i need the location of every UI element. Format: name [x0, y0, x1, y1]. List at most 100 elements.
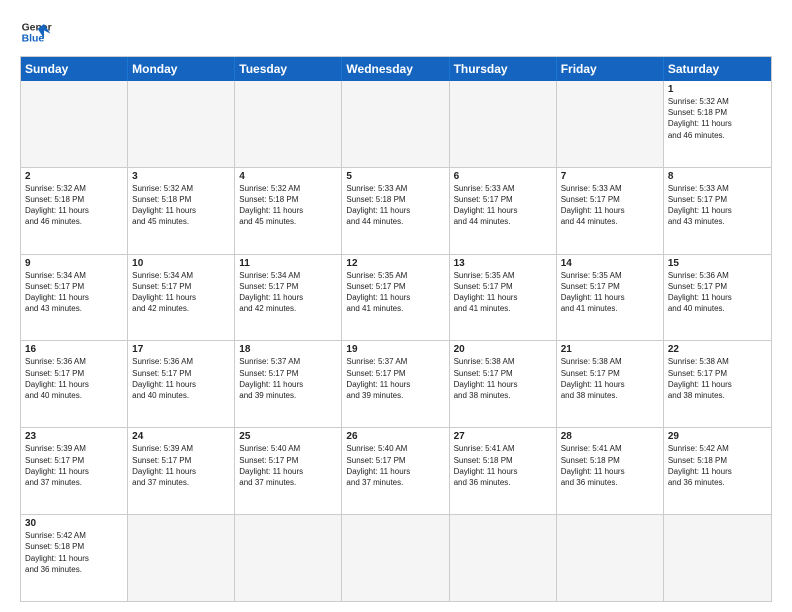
calendar-row: 1Sunrise: 5:32 AM Sunset: 5:18 PM Daylig…: [21, 81, 771, 168]
calendar-cell: 2Sunrise: 5:32 AM Sunset: 5:18 PM Daylig…: [21, 168, 128, 254]
day-number: 11: [239, 258, 337, 269]
calendar-cell: 19Sunrise: 5:37 AM Sunset: 5:17 PM Dayli…: [342, 341, 449, 427]
calendar-cell: [557, 515, 664, 601]
day-number: 10: [132, 258, 230, 269]
day-info: Sunrise: 5:35 AM Sunset: 5:17 PM Dayligh…: [561, 270, 659, 315]
day-number: 22: [668, 344, 767, 355]
calendar-cell: [128, 81, 235, 167]
day-info: Sunrise: 5:42 AM Sunset: 5:18 PM Dayligh…: [668, 443, 767, 488]
calendar-cell: [557, 81, 664, 167]
day-info: Sunrise: 5:34 AM Sunset: 5:17 PM Dayligh…: [25, 270, 123, 315]
day-number: 12: [346, 258, 444, 269]
calendar-row: 16Sunrise: 5:36 AM Sunset: 5:17 PM Dayli…: [21, 341, 771, 428]
header: General Blue: [20, 16, 772, 48]
calendar-cell: 18Sunrise: 5:37 AM Sunset: 5:17 PM Dayli…: [235, 341, 342, 427]
day-number: 23: [25, 431, 123, 442]
logo: General Blue: [20, 16, 52, 48]
day-number: 4: [239, 171, 337, 182]
svg-text:Blue: Blue: [22, 34, 45, 45]
day-number: 15: [668, 258, 767, 269]
header-day-monday: Monday: [128, 57, 235, 81]
calendar-cell: 16Sunrise: 5:36 AM Sunset: 5:17 PM Dayli…: [21, 341, 128, 427]
day-info: Sunrise: 5:35 AM Sunset: 5:17 PM Dayligh…: [454, 270, 552, 315]
day-number: 6: [454, 171, 552, 182]
header-day-saturday: Saturday: [664, 57, 771, 81]
calendar-cell: 5Sunrise: 5:33 AM Sunset: 5:18 PM Daylig…: [342, 168, 449, 254]
day-number: 2: [25, 171, 123, 182]
day-info: Sunrise: 5:38 AM Sunset: 5:17 PM Dayligh…: [668, 356, 767, 401]
day-number: 8: [668, 171, 767, 182]
day-info: Sunrise: 5:33 AM Sunset: 5:17 PM Dayligh…: [561, 183, 659, 228]
day-info: Sunrise: 5:33 AM Sunset: 5:17 PM Dayligh…: [668, 183, 767, 228]
header-day-thursday: Thursday: [450, 57, 557, 81]
calendar-cell: 27Sunrise: 5:41 AM Sunset: 5:18 PM Dayli…: [450, 428, 557, 514]
day-info: Sunrise: 5:32 AM Sunset: 5:18 PM Dayligh…: [239, 183, 337, 228]
day-number: 20: [454, 344, 552, 355]
calendar: SundayMondayTuesdayWednesdayThursdayFrid…: [20, 56, 772, 602]
calendar-cell: 12Sunrise: 5:35 AM Sunset: 5:17 PM Dayli…: [342, 255, 449, 341]
calendar-cell: 25Sunrise: 5:40 AM Sunset: 5:17 PM Dayli…: [235, 428, 342, 514]
calendar-row: 9Sunrise: 5:34 AM Sunset: 5:17 PM Daylig…: [21, 255, 771, 342]
day-number: 9: [25, 258, 123, 269]
day-number: 13: [454, 258, 552, 269]
calendar-cell: 28Sunrise: 5:41 AM Sunset: 5:18 PM Dayli…: [557, 428, 664, 514]
calendar-cell: [235, 81, 342, 167]
calendar-cell: 10Sunrise: 5:34 AM Sunset: 5:17 PM Dayli…: [128, 255, 235, 341]
day-number: 5: [346, 171, 444, 182]
day-number: 24: [132, 431, 230, 442]
day-info: Sunrise: 5:36 AM Sunset: 5:17 PM Dayligh…: [25, 356, 123, 401]
day-info: Sunrise: 5:32 AM Sunset: 5:18 PM Dayligh…: [132, 183, 230, 228]
day-number: 16: [25, 344, 123, 355]
day-number: 17: [132, 344, 230, 355]
calendar-cell: [21, 81, 128, 167]
day-number: 21: [561, 344, 659, 355]
calendar-row: 30Sunrise: 5:42 AM Sunset: 5:18 PM Dayli…: [21, 515, 771, 601]
day-number: 26: [346, 431, 444, 442]
calendar-cell: 13Sunrise: 5:35 AM Sunset: 5:17 PM Dayli…: [450, 255, 557, 341]
header-day-tuesday: Tuesday: [235, 57, 342, 81]
day-info: Sunrise: 5:34 AM Sunset: 5:17 PM Dayligh…: [239, 270, 337, 315]
day-info: Sunrise: 5:41 AM Sunset: 5:18 PM Dayligh…: [561, 443, 659, 488]
calendar-row: 23Sunrise: 5:39 AM Sunset: 5:17 PM Dayli…: [21, 428, 771, 515]
day-number: 27: [454, 431, 552, 442]
day-info: Sunrise: 5:38 AM Sunset: 5:17 PM Dayligh…: [561, 356, 659, 401]
day-number: 14: [561, 258, 659, 269]
day-number: 1: [668, 84, 767, 95]
calendar-cell: 20Sunrise: 5:38 AM Sunset: 5:17 PM Dayli…: [450, 341, 557, 427]
calendar-cell: 21Sunrise: 5:38 AM Sunset: 5:17 PM Dayli…: [557, 341, 664, 427]
page: General Blue SundayMondayTuesdayWednesda…: [0, 0, 792, 612]
calendar-cell: [342, 515, 449, 601]
calendar-cell: 9Sunrise: 5:34 AM Sunset: 5:17 PM Daylig…: [21, 255, 128, 341]
day-info: Sunrise: 5:34 AM Sunset: 5:17 PM Dayligh…: [132, 270, 230, 315]
day-info: Sunrise: 5:38 AM Sunset: 5:17 PM Dayligh…: [454, 356, 552, 401]
day-info: Sunrise: 5:42 AM Sunset: 5:18 PM Dayligh…: [25, 530, 123, 575]
day-info: Sunrise: 5:37 AM Sunset: 5:17 PM Dayligh…: [346, 356, 444, 401]
calendar-row: 2Sunrise: 5:32 AM Sunset: 5:18 PM Daylig…: [21, 168, 771, 255]
day-number: 25: [239, 431, 337, 442]
day-number: 7: [561, 171, 659, 182]
day-number: 28: [561, 431, 659, 442]
calendar-cell: 29Sunrise: 5:42 AM Sunset: 5:18 PM Dayli…: [664, 428, 771, 514]
calendar-cell: 30Sunrise: 5:42 AM Sunset: 5:18 PM Dayli…: [21, 515, 128, 601]
calendar-cell: [450, 515, 557, 601]
calendar-cell: 7Sunrise: 5:33 AM Sunset: 5:17 PM Daylig…: [557, 168, 664, 254]
calendar-cell: 15Sunrise: 5:36 AM Sunset: 5:17 PM Dayli…: [664, 255, 771, 341]
calendar-cell: [342, 81, 449, 167]
header-day-sunday: Sunday: [21, 57, 128, 81]
calendar-header: SundayMondayTuesdayWednesdayThursdayFrid…: [21, 57, 771, 81]
calendar-cell: [450, 81, 557, 167]
day-info: Sunrise: 5:35 AM Sunset: 5:17 PM Dayligh…: [346, 270, 444, 315]
day-info: Sunrise: 5:32 AM Sunset: 5:18 PM Dayligh…: [668, 96, 767, 141]
day-number: 3: [132, 171, 230, 182]
day-info: Sunrise: 5:39 AM Sunset: 5:17 PM Dayligh…: [25, 443, 123, 488]
day-info: Sunrise: 5:33 AM Sunset: 5:18 PM Dayligh…: [346, 183, 444, 228]
calendar-body: 1Sunrise: 5:32 AM Sunset: 5:18 PM Daylig…: [21, 81, 771, 601]
calendar-cell: 14Sunrise: 5:35 AM Sunset: 5:17 PM Dayli…: [557, 255, 664, 341]
header-day-friday: Friday: [557, 57, 664, 81]
calendar-cell: 22Sunrise: 5:38 AM Sunset: 5:17 PM Dayli…: [664, 341, 771, 427]
calendar-cell: [664, 515, 771, 601]
day-number: 18: [239, 344, 337, 355]
day-info: Sunrise: 5:32 AM Sunset: 5:18 PM Dayligh…: [25, 183, 123, 228]
calendar-cell: 11Sunrise: 5:34 AM Sunset: 5:17 PM Dayli…: [235, 255, 342, 341]
calendar-cell: 24Sunrise: 5:39 AM Sunset: 5:17 PM Dayli…: [128, 428, 235, 514]
